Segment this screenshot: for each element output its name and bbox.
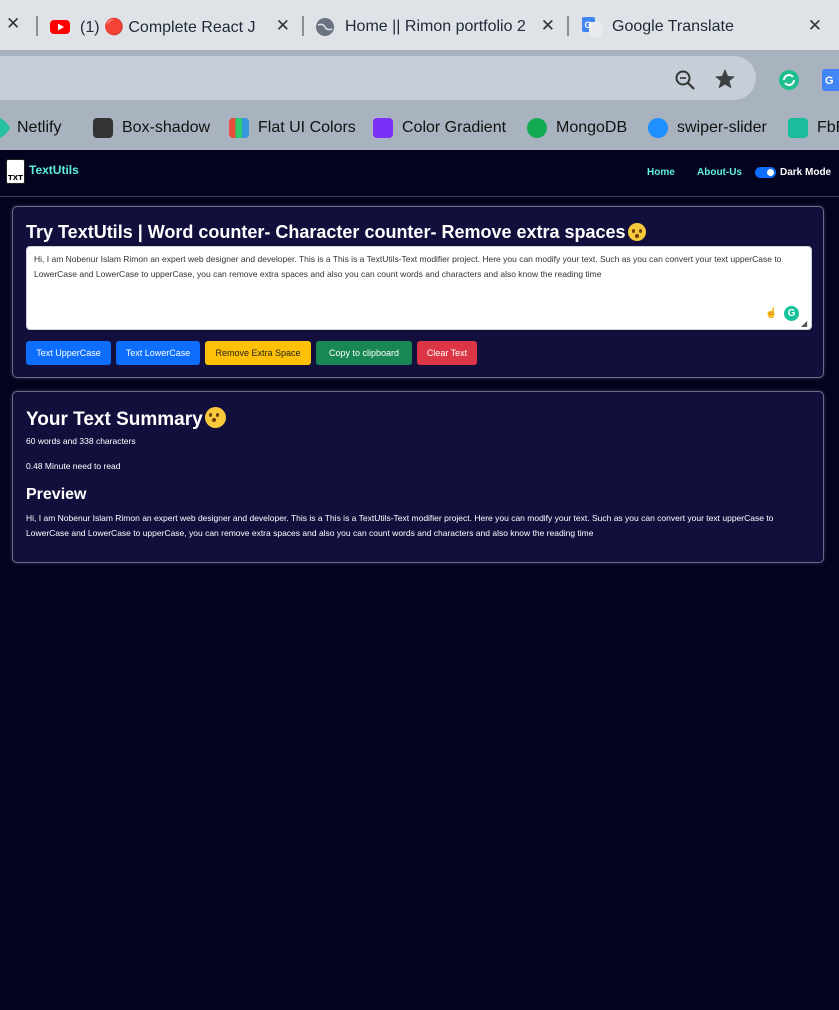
bookmark-mongodb[interactable]: MongoDB [527, 116, 627, 140]
dark-mode-label: Dark Mode [780, 167, 832, 178]
bookmark-label: FbR [817, 119, 839, 136]
bookmark-flat-ui-colors[interactable]: Flat UI Colors [229, 116, 356, 140]
summary-heading-text: Your Text Summary [26, 409, 203, 430]
copy-to-clipboard-button[interactable]: Copy to clipboard [316, 341, 412, 365]
tab-youtube[interactable]: (1) 🔴 Complete React JS T ✕ [50, 8, 300, 46]
grammarly-icon[interactable]: G [784, 306, 799, 321]
fbr-icon [788, 118, 808, 138]
bookmark-color-gradient[interactable]: Color Gradient [373, 116, 506, 140]
remove-extra-space-button[interactable]: Remove Extra Space [205, 341, 311, 365]
box-shadow-icon [93, 118, 113, 138]
txt-file-icon: TXT [6, 159, 25, 184]
browser-tab-strip: ✕ (1) 🔴 Complete React JS T ✕ Home || Ri… [0, 0, 839, 50]
form-heading: Try TextUtils | Word counter- Character … [26, 222, 646, 243]
bookmark-box-shadow[interactable]: Box-shadow [93, 116, 210, 140]
read-time: 0.48 Minute need to read [26, 461, 121, 471]
nav-home[interactable]: Home [647, 167, 675, 178]
form-heading-text: Try TextUtils | Word counter- Character … [26, 222, 626, 242]
bookmark-label: Box-shadow [122, 119, 211, 136]
bookmark-label: Netlify [17, 119, 62, 136]
tab-title: Google Translate [612, 18, 734, 35]
bookmark-label: Flat UI Colors [258, 119, 356, 136]
uppercase-button[interactable]: Text UpperCase [26, 341, 111, 365]
flat-ui-colors-icon [229, 118, 249, 138]
pointing-hand-icon: ☝ [765, 308, 778, 319]
close-icon[interactable]: ✕ [6, 14, 20, 34]
tab-separator [302, 16, 304, 36]
word-char-count: 60 words and 338 characters [26, 436, 136, 446]
page: TXT TextUtils Home About-Us Dark Mode Tr… [0, 150, 839, 1010]
text-form-card: Try TextUtils | Word counter- Character … [12, 206, 824, 378]
youtube-icon [50, 20, 70, 34]
text-input[interactable]: Hi, I am Nobenur Islam Rimon an expert w… [26, 246, 812, 330]
navbar: TXT TextUtils Home About-Us Dark Mode [0, 150, 839, 197]
tab-separator [567, 16, 569, 36]
swiper-icon [648, 118, 668, 138]
bookmark-star-icon[interactable] [713, 67, 737, 91]
netlify-icon [0, 116, 12, 140]
bookmark-fbr[interactable]: FbR [788, 116, 839, 140]
extension-refresh-icon[interactable] [778, 69, 800, 91]
bookmark-label: MongoDB [556, 119, 628, 136]
tab-title: (1) 🔴 Complete React JS T [80, 19, 255, 36]
google-translate-icon: G [582, 17, 602, 37]
lowercase-button[interactable]: Text LowerCase [116, 341, 200, 365]
bookmark-netlify[interactable]: Netlify [0, 116, 61, 140]
close-icon[interactable]: ✕ [541, 16, 555, 36]
svg-text:G: G [585, 20, 592, 30]
dark-mode-toggle[interactable] [755, 167, 776, 178]
summary-heading: Your Text Summary [26, 407, 226, 431]
bookmark-label: Color Gradient [402, 119, 507, 136]
close-icon[interactable]: ✕ [276, 16, 290, 36]
clear-text-button[interactable]: Clear Text [417, 341, 477, 365]
preview-text: Hi, I am Nobenur Islam Rimon an expert w… [26, 513, 774, 538]
summary-card: Your Text Summary 60 words and 338 chara… [12, 391, 824, 563]
svg-text:G: G [825, 75, 834, 87]
preview-heading: Preview [26, 486, 87, 503]
color-gradient-icon [373, 118, 393, 138]
brand-logo[interactable]: TextUtils [29, 163, 79, 177]
tab-title: Home || Rimon portfolio 2 [345, 18, 525, 35]
brand-icon-text: TXT [8, 174, 23, 182]
globe-icon [316, 18, 334, 36]
address-bar[interactable] [0, 56, 756, 100]
extension-translate-icon[interactable]: G [822, 69, 839, 91]
zoom-icon[interactable] [674, 69, 696, 91]
tab-portfolio[interactable]: Home || Rimon portfolio 2 ✕ [315, 8, 565, 46]
emoji-icon [204, 407, 226, 428]
bookmark-swiper-slider[interactable]: swiper-slider [648, 116, 767, 140]
close-icon[interactable]: ✕ [808, 16, 822, 36]
resize-handle-icon[interactable]: ◢ [801, 319, 807, 328]
mongodb-icon [527, 118, 547, 138]
bookmark-label: swiper-slider [677, 119, 767, 136]
bookmarks-bar: Netlify Box-shadow Flat UI Colors Color … [0, 106, 839, 150]
emoji-icon [627, 223, 646, 241]
tab-separator [36, 16, 38, 36]
nav-about[interactable]: About-Us [697, 167, 742, 178]
tab-google-translate[interactable]: G Google Translate ✕ [582, 8, 832, 46]
